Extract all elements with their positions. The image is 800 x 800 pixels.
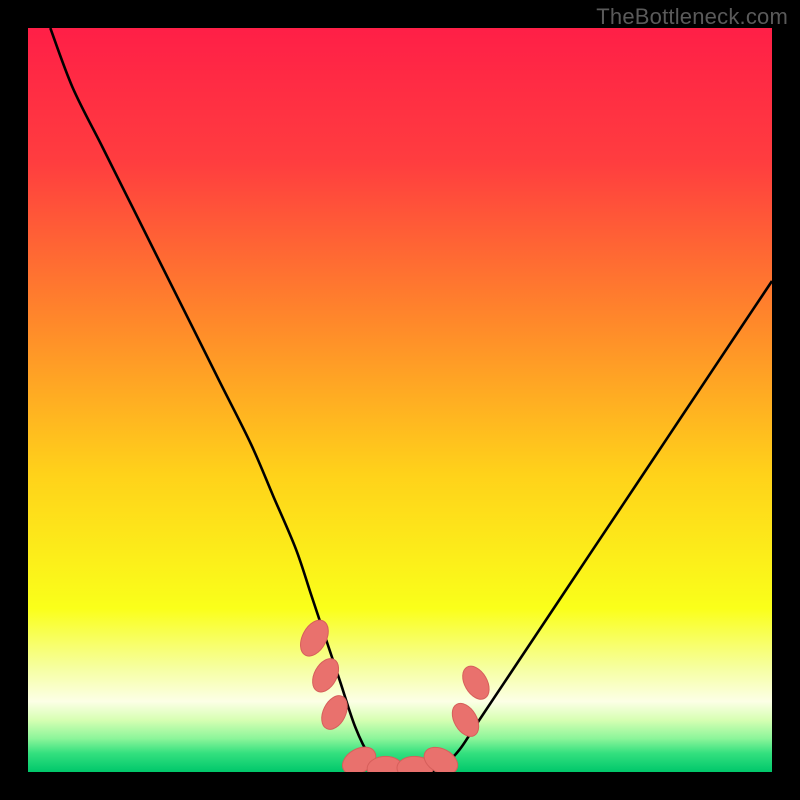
curve-marker [317, 692, 353, 734]
curve-marker [295, 615, 334, 660]
watermark-text: TheBottleneck.com [596, 4, 788, 30]
bottleneck-curve [50, 28, 772, 772]
curve-markers [295, 615, 495, 772]
chart-frame: TheBottleneck.com [0, 0, 800, 800]
curve-layer [28, 28, 772, 772]
curve-marker [457, 662, 494, 704]
plot-area [28, 28, 772, 772]
